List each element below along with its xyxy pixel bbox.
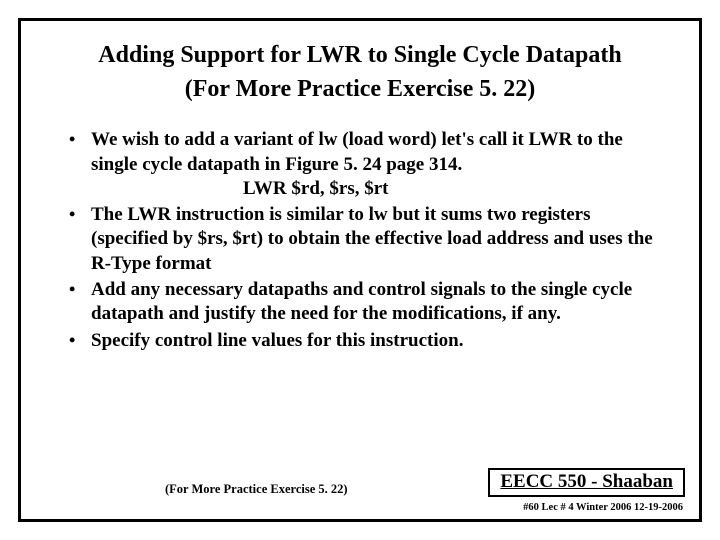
bullet-list: We wish to add a variant of lw (load wor… xyxy=(21,106,699,353)
course-label: EECC 550 - Shaaban xyxy=(488,468,685,497)
bullet-indent-1: LWR $rd, $rs, $rt xyxy=(91,177,671,201)
bullet-item-4: Specify control line values for this ins… xyxy=(91,329,671,353)
bullet-item-1: We wish to add a variant of lw (load wor… xyxy=(91,128,671,201)
bullet-text-3: Add any necessary datapaths and control … xyxy=(91,279,632,324)
slide-frame: Adding Support for LWR to Single Cycle D… xyxy=(18,18,702,522)
bullet-item-2: The LWR instruction is similar to lw but… xyxy=(91,203,671,276)
course-box: EECC 550 - Shaaban xyxy=(488,468,685,497)
title-block: Adding Support for LWR to Single Cycle D… xyxy=(21,21,699,106)
slide-meta: #60 Lec # 4 Winter 2006 12-19-2006 xyxy=(523,502,683,513)
bullet-item-3: Add any necessary datapaths and control … xyxy=(91,278,671,327)
bullet-text-1: We wish to add a variant of lw (load wor… xyxy=(91,129,623,174)
bullet-text-4: Specify control line values for this ins… xyxy=(91,330,463,351)
title-line-2: (For More Practice Exercise 5. 22) xyxy=(21,73,699,107)
footer-note: (For More Practice Exercise 5. 22) xyxy=(165,482,348,497)
title-line-1: Adding Support for LWR to Single Cycle D… xyxy=(21,39,699,73)
bullet-text-2: The LWR instruction is similar to lw but… xyxy=(91,204,653,274)
